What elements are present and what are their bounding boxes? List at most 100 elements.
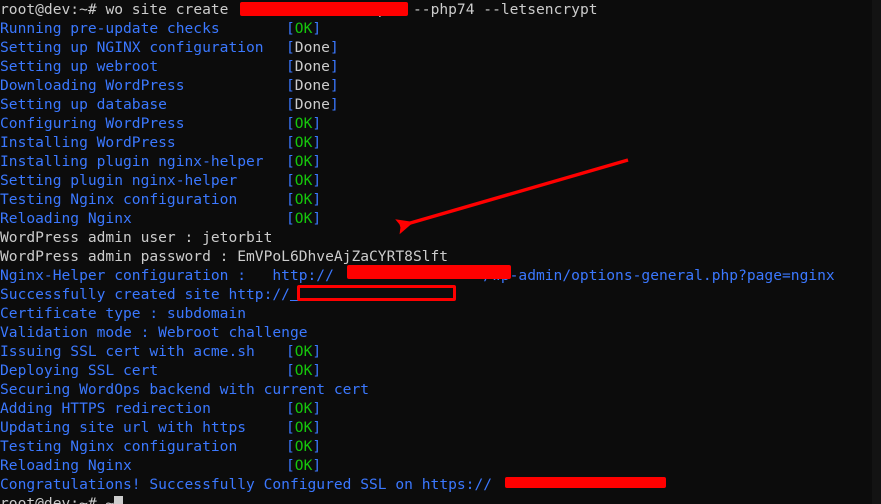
admin-user-text: WordPress admin user : jetorbit: [0, 229, 273, 246]
status-line-label: Installing plugin nginx-helper: [0, 153, 264, 170]
status-bracket-close: ]: [312, 438, 322, 455]
status-bracket-open: [: [286, 191, 295, 208]
status-bracket-close: ]: [312, 172, 322, 189]
status-line: Setting up webroot [Done]: [0, 57, 872, 76]
shell-command: wo site create: [105, 1, 229, 18]
status-line-value: OK: [294, 134, 313, 151]
status-bracket-close: ]: [312, 419, 322, 436]
status-bracket-open: [: [286, 362, 295, 379]
shell-prompt: root@dev:~#: [0, 1, 97, 18]
final-prompt-line[interactable]: root@dev:~# ~: [0, 494, 872, 504]
status-line-value: OK: [294, 419, 313, 436]
status-line-label: Installing WordPress: [0, 134, 176, 151]
status-line-value: OK: [294, 400, 313, 417]
command-domain-redaction: [240, 2, 408, 16]
validation-mode-line: Validation mode : Webroot challenge: [0, 323, 872, 342]
status-line-label: Setting up database: [0, 96, 167, 113]
certificate-type-text: Certificate type : subdomain: [0, 305, 247, 322]
terminal-right-gutter: [872, 0, 881, 504]
status-line-value: Done: [294, 58, 330, 75]
status-line-value: Done: [294, 77, 330, 94]
status-line-label: Setting up webroot: [0, 58, 159, 75]
status-bracket-open: [: [286, 20, 295, 37]
status-line: Setting up NGINX configuration [Done]: [0, 38, 872, 57]
admin-password-text: WordPress admin password : EmVPoL6DhveAj…: [0, 248, 449, 265]
status-bracket-close: ]: [329, 77, 339, 94]
status-bracket-open: [: [286, 39, 295, 56]
status-line-label: Configuring WordPress: [0, 115, 185, 132]
status-line-label: Testing Nginx configuration: [0, 191, 238, 208]
status-line-value: OK: [294, 362, 313, 379]
securing-backend-text: Securing WordOps backend with current ce…: [0, 381, 370, 398]
status-bracket-close: ]: [329, 58, 339, 75]
status-bracket-close: ]: [312, 362, 322, 379]
status-bracket-open: [: [286, 134, 295, 151]
status-line: Adding HTTPS redirection [OK]: [0, 399, 872, 418]
status-bracket-close: ]: [312, 210, 322, 227]
certificate-type-line: Certificate type : subdomain: [0, 304, 872, 323]
shell-prompt: root@dev:~#: [0, 495, 97, 504]
status-line: Reloading Nginx [OK]: [0, 456, 872, 475]
status-line: Deploying SSL cert [OK]: [0, 361, 872, 380]
status-line-value: OK: [294, 457, 313, 474]
status-line: Reloading Nginx [OK]: [0, 209, 872, 228]
nginx-helper-url-redaction: [347, 265, 511, 279]
status-line-label: Issuing SSL cert with acme.sh: [0, 343, 255, 360]
status-line-label: Testing Nginx configuration: [0, 438, 238, 455]
admin-password-line: WordPress admin password : EmVPoL6DhveAj…: [0, 247, 872, 266]
status-line: Setting up database [Done]: [0, 95, 872, 114]
status-bracket-open: [: [286, 153, 295, 170]
status-bracket-open: [: [286, 172, 295, 189]
created-site-url-redaction: [297, 285, 456, 301]
status-line: Updating site url with https [OK]: [0, 418, 872, 437]
nginx-helper-url-prefix[interactable]: http://: [272, 267, 334, 284]
status-bracket-open: [: [286, 457, 295, 474]
terminal-command-line: root@dev:~# wo site create --wpfc --php7…: [0, 0, 872, 19]
status-line-label: Reloading Nginx: [0, 457, 132, 474]
congratulations-url-redaction: [505, 477, 666, 488]
status-line: Downloading WordPress [Done]: [0, 76, 872, 95]
admin-user-line: WordPress admin user : jetorbit: [0, 228, 872, 247]
status-bracket-close: ]: [312, 457, 322, 474]
status-bracket-close: ]: [312, 343, 322, 360]
final-prompt-trailing: ~: [105, 495, 115, 504]
status-line: Configuring WordPress [OK]: [0, 114, 872, 133]
congratulations-url-prefix[interactable]: https://: [422, 476, 492, 493]
securing-backend-line: Securing WordOps backend with current ce…: [0, 380, 872, 399]
validation-mode-text: Validation mode : Webroot challenge: [0, 324, 308, 341]
status-line: Issuing SSL cert with acme.sh [OK]: [0, 342, 872, 361]
status-bracket-open: [: [286, 115, 295, 132]
status-line: Installing plugin nginx-helper [OK]: [0, 152, 872, 171]
status-line-label: Reloading Nginx: [0, 210, 132, 227]
status-bracket-close: ]: [312, 153, 322, 170]
nginx-helper-label: Nginx-Helper configuration :: [0, 267, 247, 284]
status-line-value: OK: [294, 20, 313, 37]
status-line-label: Running pre-update checks: [0, 20, 220, 37]
congratulations-line: Congratulations! Successfully Configured…: [0, 475, 872, 494]
nginx-helper-url-suffix[interactable]: /wp-admin/options-general.php?page=nginx: [483, 267, 834, 284]
congratulations-label: Congratulations! Successfully Configured…: [0, 476, 413, 493]
status-bracket-close: ]: [312, 115, 322, 132]
status-line-label: Downloading WordPress: [0, 77, 185, 94]
status-bracket-open: [: [286, 210, 295, 227]
status-line-value: OK: [294, 343, 313, 360]
terminal-screen: root@dev:~# wo site create --wpfc --php7…: [0, 0, 881, 504]
terminal-console-output[interactable]: root@dev:~# wo site create --wpfc --php7…: [0, 0, 872, 504]
status-line-value: Done: [294, 39, 330, 56]
status-bracket-close: ]: [329, 39, 339, 56]
status-line: Running pre-update checks [OK]: [0, 19, 872, 38]
created-site-label: Successfully created site: [0, 286, 220, 303]
status-line-label: Adding HTTPS redirection: [0, 400, 211, 417]
status-bracket-open: [: [286, 58, 295, 75]
status-line: Installing WordPress [OK]: [0, 133, 872, 152]
status-line-value: OK: [294, 153, 313, 170]
status-bracket-close: ]: [312, 20, 322, 37]
status-line-label: Setting plugin nginx-helper: [0, 172, 238, 189]
status-line-value: Done: [294, 96, 330, 113]
created-site-url-prefix[interactable]: http://: [228, 286, 290, 303]
status-line-label: Updating site url with https: [0, 419, 247, 436]
status-line-value: OK: [294, 210, 313, 227]
status-bracket-open: [: [286, 343, 295, 360]
status-line: Testing Nginx configuration [OK]: [0, 437, 872, 456]
status-bracket-open: [: [286, 96, 295, 113]
